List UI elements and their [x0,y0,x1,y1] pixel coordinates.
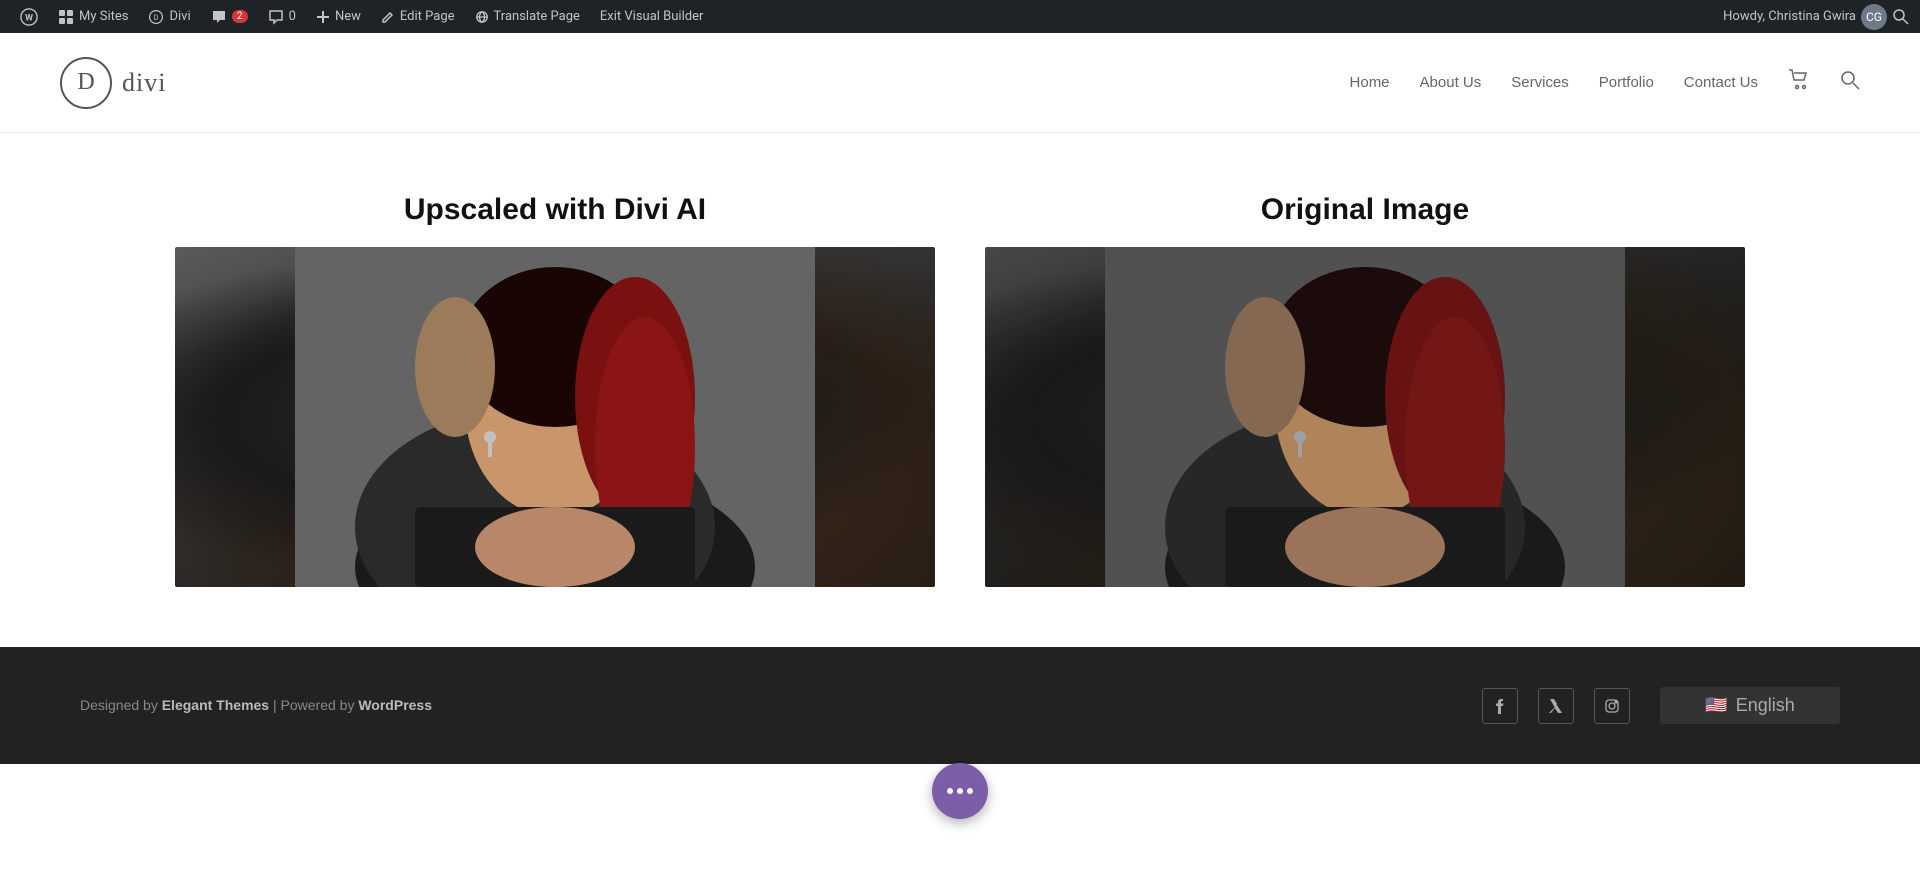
comments-item[interactable]: 2 [201,0,258,33]
instagram-icon[interactable] [1594,688,1630,724]
original-title: Original Image [1261,193,1469,227]
language-selector[interactable]: 🇺🇸 English [1660,687,1840,724]
original-image [985,247,1745,587]
language-label: English [1736,695,1795,716]
exit-builder-item[interactable]: Exit Visual Builder [590,0,713,33]
language-flag: 🇺🇸 [1705,695,1727,716]
footer-credit: Designed by Elegant Themes | Powered by … [80,697,432,715]
twitter-icon[interactable] [1538,688,1574,724]
fab-button[interactable] [932,763,988,819]
upscaled-image [175,247,935,587]
site-footer: Designed by Elegant Themes | Powered by … [0,647,1920,764]
fab-dots [947,788,973,794]
divi-label: Divi [169,9,190,24]
wp-logo-item[interactable]: W [10,0,48,33]
my-sites-item[interactable]: My Sites [48,0,138,33]
logo-name: divi [122,68,166,98]
new-label: New [335,9,361,24]
svg-text:D: D [154,13,159,22]
admin-avatar[interactable]: CG [1861,4,1887,30]
fab-dot-1 [947,788,953,794]
nav-portfolio[interactable]: Portfolio [1599,74,1654,91]
admin-bar-right: Howdy, Christina Gwira CG [1723,4,1910,30]
fab-dot-2 [957,788,963,794]
cart-icon[interactable] [1788,69,1810,96]
edit-page-label: Edit Page [400,9,455,24]
new-item[interactable]: New [306,0,371,33]
logo-wrap[interactable]: D divi [60,57,166,109]
comments-count: 2 [232,10,248,23]
upscaled-column: Upscaled with Divi AI [175,193,935,587]
nav-contact[interactable]: Contact Us [1684,74,1758,91]
site-header: D divi Home About Us Services Portfolio … [0,33,1920,133]
fab-dot-3 [967,788,973,794]
upscaled-title: Upscaled with Divi AI [404,193,706,227]
nav-services[interactable]: Services [1511,74,1569,91]
wordpress-link: WordPress [358,697,432,713]
site-nav: Home About Us Services Portfolio Contact… [1350,69,1860,96]
divi-item[interactable]: D Divi [138,0,200,33]
original-column: Original Image [985,193,1745,587]
search-nav-icon[interactable] [1840,70,1860,95]
exit-builder-label: Exit Visual Builder [600,9,703,24]
logo-letter: D [77,69,94,96]
mod-comments-count: 0 [289,9,296,24]
images-grid: Upscaled with Divi AI [80,193,1840,587]
footer-designed-by: Designed by Elegant Themes | Powered by … [80,697,432,713]
elegant-themes: Elegant Themes [162,697,269,713]
main-content: Upscaled with Divi AI [0,133,1920,647]
facebook-icon[interactable] [1482,688,1518,724]
admin-bar: W My Sites D Divi 2 0 New Edit Page Tran… [0,0,1920,33]
translate-page-label: Translate Page [494,9,580,24]
edit-page-item[interactable]: Edit Page [371,0,465,33]
search-icon[interactable] [1892,8,1910,26]
howdy-text: Howdy, Christina Gwira [1723,9,1856,24]
my-sites-label: My Sites [79,9,128,24]
nav-home[interactable]: Home [1350,74,1390,91]
svg-text:W: W [25,13,33,23]
translate-page-item[interactable]: Translate Page [465,0,590,33]
footer-social [1482,688,1630,724]
nav-about[interactable]: About Us [1420,74,1482,91]
logo-circle: D [60,57,112,109]
mod-comments-item[interactable]: 0 [258,0,306,33]
